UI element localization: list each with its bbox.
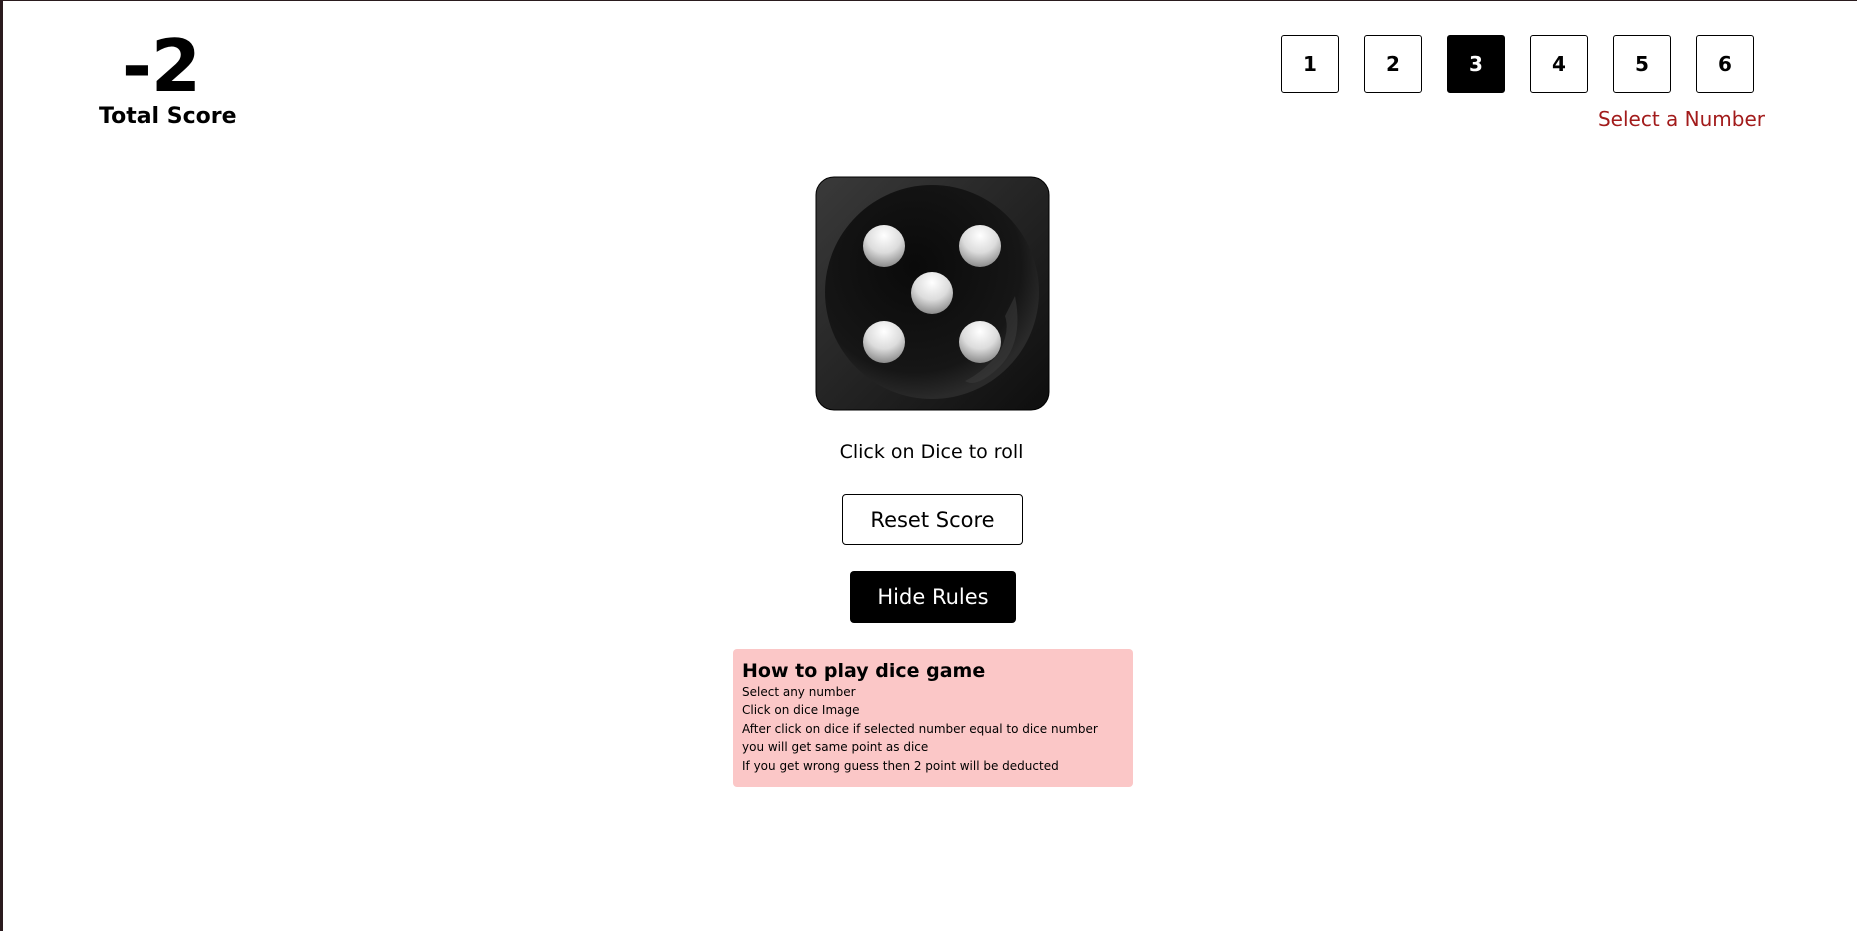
roll-instruction: Click on Dice to roll <box>839 441 1024 463</box>
number-box-6[interactable]: 6 <box>1696 35 1754 93</box>
rules-line: Click on dice Image <box>742 703 860 718</box>
rules-line: you will get same point as dice <box>742 740 929 755</box>
rules-line: Select any number <box>742 685 856 699</box>
total-score-value: -2 <box>122 24 201 108</box>
game-screen: -2 Total Score 1 2 3 4 5 6 Select a Numb… <box>0 0 1857 931</box>
number-selector: 1 2 3 4 5 6 <box>1281 35 1754 93</box>
score-panel: -2 Total Score <box>99 24 237 131</box>
rules-panel: How to play dice game Select any number … <box>733 649 1133 787</box>
dice-button[interactable] <box>815 176 1050 411</box>
rules-line: If you get wrong guess then 2 point will… <box>742 758 1059 773</box>
select-number-message: Select a Number <box>1597 107 1765 131</box>
rules-title: How to play dice game <box>742 660 986 682</box>
number-box-1[interactable]: 1 <box>1281 35 1339 93</box>
reset-score-button[interactable]: Reset Score <box>842 494 1023 545</box>
hide-rules-button[interactable]: Hide Rules <box>850 571 1016 623</box>
total-score-label: Total Score <box>99 104 237 129</box>
number-box-3[interactable]: 3 <box>1447 35 1505 93</box>
dice-five-icon <box>815 176 1050 411</box>
number-box-5[interactable]: 5 <box>1613 35 1671 93</box>
number-box-4[interactable]: 4 <box>1530 35 1588 93</box>
number-box-2[interactable]: 2 <box>1364 35 1422 93</box>
rules-line: After click on dice if selected number e… <box>742 721 1098 736</box>
